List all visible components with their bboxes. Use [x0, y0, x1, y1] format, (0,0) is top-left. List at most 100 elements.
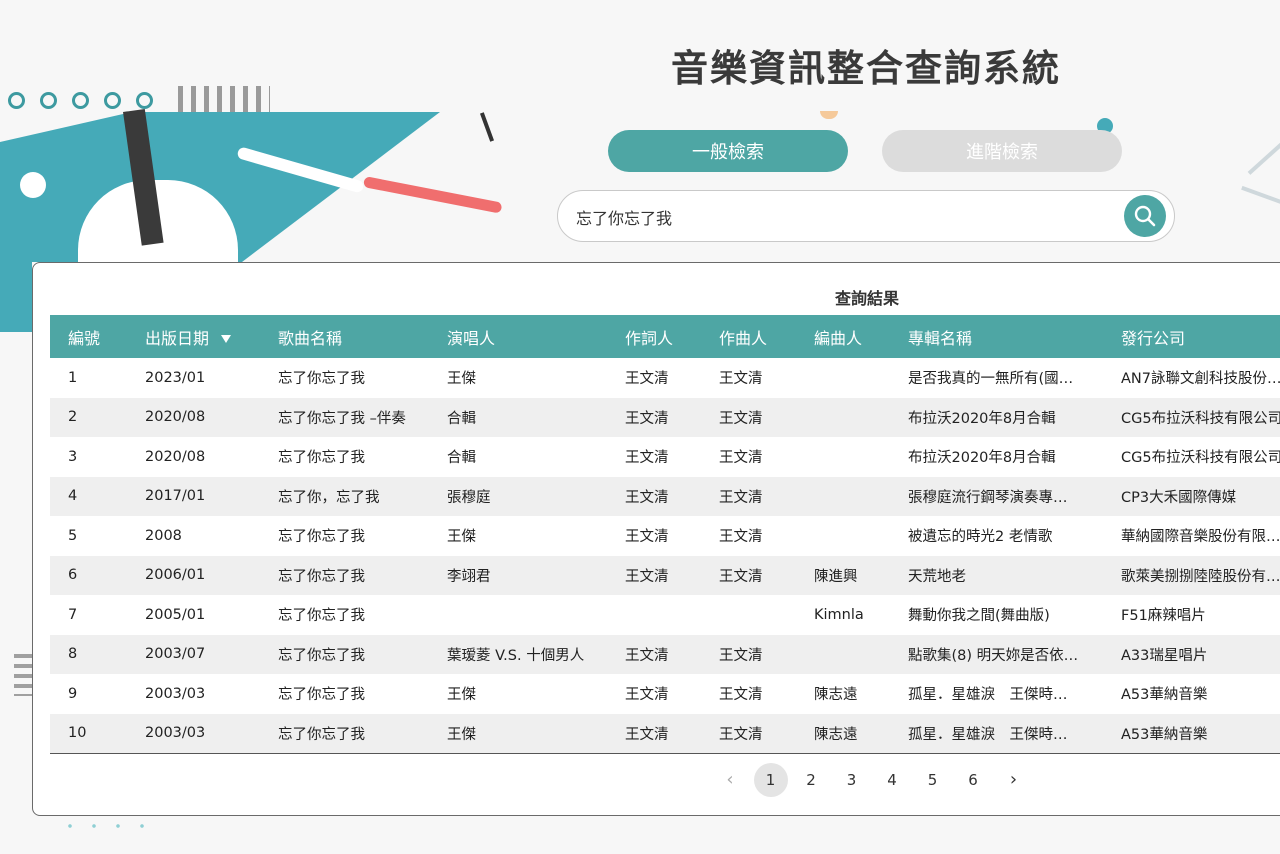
table-header-row: 編號 出版日期 歌曲名稱 演唱人 作詞人 作曲人 編曲人 專輯名稱 發行公司 [50, 315, 1280, 358]
decor-line [1247, 125, 1280, 175]
table-cell: CP3大禾國際傳媒 [1121, 489, 1237, 506]
tab-basic-search[interactable]: 一般檢索 [608, 130, 848, 172]
table-cell: 王文清 [719, 568, 763, 585]
table-cell: 孤星．星雄淚 王傑時… [908, 726, 1068, 743]
column-header-label: 發行公司 [1121, 328, 1186, 348]
table-cell: 忘了你忘了我 –伴奏 [278, 410, 406, 427]
table-cell: 2020/08 [145, 409, 206, 426]
table-cell: 點歌集(8) 明天妳是否依… [908, 647, 1079, 664]
table-cell: 王文清 [719, 489, 763, 506]
prev-page-button[interactable]: ‹ [713, 763, 747, 797]
table-cell: Kimnla [814, 606, 864, 623]
table-row[interactable]: 2 2020/08 忘了你忘了我 –伴奏 合輯 王文清 王文清 布拉沃2020年8月合輯 CG… [50, 397, 1280, 437]
table-row[interactable]: 10 2003/03 忘了你忘了我 王傑 王文清 王文清 陳志遠 孤星．星雄淚 王傑時… A53… [50, 713, 1280, 753]
decor-dot [136, 92, 153, 109]
table-cell: 8 [68, 646, 78, 663]
table-cell: 王文清 [625, 450, 669, 467]
decor-dot [104, 92, 121, 109]
page-button[interactable]: 5 [916, 763, 950, 797]
table-row[interactable]: 6 2006/01 忘了你忘了我 李翊君 王文清 王文清 陳進興 天荒地老 歌萊美捌捌陸陸股份有… [50, 555, 1280, 595]
table-cell: A33瑞星唱片 [1121, 647, 1208, 664]
table-cell: A53華納音樂 [1121, 687, 1208, 704]
table-cell: F51麻辣唱片 [1121, 608, 1206, 625]
decor-stripes [178, 86, 270, 112]
column-header-label: 作曲人 [719, 328, 768, 348]
page-button[interactable]: 1 [753, 763, 788, 797]
table-cell: 忘了你忘了我 [278, 608, 365, 625]
column-header[interactable]: 出版日期 [127, 315, 260, 358]
decor-lines [14, 654, 32, 696]
table-cell: 王傑 [447, 529, 476, 546]
decor-line [1241, 185, 1280, 211]
table-row[interactable]: 8 2003/07 忘了你忘了我 葉瑷菱 V.S. 十個男人 王文清 王文清 點歌集(8) … [50, 634, 1280, 674]
table-row[interactable]: 3 2020/08 忘了你忘了我 合輯 王文清 王文清 布拉沃2020年8月合輯 CG5布拉沃… [50, 437, 1280, 477]
table-cell: 2008 [145, 527, 182, 544]
table-cell: 2005/01 [145, 606, 206, 623]
table-cell: 葉瑷菱 V.S. 十個男人 [447, 647, 585, 664]
table-cell: 張穆庭 [447, 489, 491, 506]
table-cell: 忘了你忘了我 [278, 687, 365, 704]
table-cell [796, 358, 890, 398]
table-cell: 王文清 [625, 647, 669, 664]
table-cell: 合輯 [447, 450, 476, 467]
table-cell: 忘了你忘了我 [278, 371, 365, 388]
column-header[interactable]: 專輯名稱 [890, 315, 1103, 358]
next-page-button[interactable]: › [997, 763, 1031, 797]
column-header[interactable]: 歌曲名稱 [260, 315, 429, 358]
sort-desc-icon[interactable] [221, 335, 232, 343]
tab-advanced-search[interactable]: 進階檢索 [882, 130, 1122, 172]
page-title: 音樂資訊整合查詢系統 [671, 47, 1061, 90]
column-header-label: 演唱人 [447, 328, 496, 348]
decor-stick [479, 112, 495, 142]
table-cell: 王傑 [447, 726, 476, 743]
page-button[interactable]: 6 [956, 763, 990, 797]
page-button[interactable]: 4 [875, 763, 909, 797]
page-button[interactable]: 3 [835, 763, 869, 797]
search-button[interactable] [1124, 195, 1166, 237]
decor-dot-grid [58, 814, 158, 842]
table-cell: 華納國際音樂股份有限… [1121, 529, 1280, 546]
column-header[interactable]: 作詞人 [607, 315, 701, 358]
table-cell: 忘了你忘了我 [278, 529, 365, 546]
table-cell: 4 [68, 488, 78, 505]
table-cell: 布拉沃2020年8月合輯 [908, 410, 1056, 427]
column-header[interactable]: 發行公司 [1103, 315, 1280, 358]
decor-stick [362, 176, 503, 214]
table-cell: 王文清 [719, 647, 763, 664]
search-bar [557, 190, 1175, 242]
table-cell: 布拉沃2020年8月合輯 [908, 450, 1056, 467]
table-cell: 忘了你，忘了我 [278, 489, 380, 506]
table-cell: 忘了你忘了我 [278, 450, 365, 467]
table-cell: 王文清 [625, 687, 669, 704]
column-header[interactable]: 編號 [50, 315, 127, 358]
table-cell: 王文清 [625, 489, 669, 506]
table-cell: 7 [68, 606, 78, 623]
table-row[interactable]: 1 2023/01 忘了你忘了我 王傑 王文清 王文清 是否我真的一無所有(國… AN7詠聯文… [50, 358, 1280, 398]
decor-dot [72, 92, 89, 109]
table-row[interactable]: 4 2017/01 忘了你，忘了我 張穆庭 王文清 王文清 張穆庭流行鋼琴演奏專… CP3大禾… [50, 476, 1280, 516]
search-input[interactable] [574, 201, 1108, 233]
column-header-label: 作詞人 [625, 328, 674, 348]
table-row[interactable]: 5 2008 忘了你忘了我 王傑 王文清 王文清 被遺忘的時光2 老情歌 華納國際音樂股份有限… [50, 516, 1280, 556]
results-title: 查詢結果 [834, 289, 899, 308]
table-row[interactable]: 9 2003/03 忘了你忘了我 王傑 王文清 王文清 陳志遠 孤星．星雄淚 王傑時… A53華… [50, 674, 1280, 714]
page-button[interactable]: 2 [794, 763, 828, 797]
column-header-label: 出版日期 [145, 328, 210, 348]
table-cell: 孤星．星雄淚 王傑時… [908, 687, 1068, 704]
table-cell: 忘了你忘了我 [278, 647, 365, 664]
table-cell: 5 [68, 527, 78, 544]
table-cell: 2003/07 [145, 646, 206, 663]
table-cell: 陳志遠 [814, 687, 858, 704]
column-header[interactable]: 演唱人 [429, 315, 607, 358]
column-header[interactable]: 編曲人 [796, 315, 890, 358]
table-cell: 被遺忘的時光2 老情歌 [908, 529, 1053, 546]
table-cell [796, 516, 890, 556]
table-row[interactable]: 7 2005/01 忘了你忘了我 Kimnla 舞動你我之間(舞曲版) F51麻辣唱片 [50, 595, 1280, 635]
table-cell: 2020/08 [145, 448, 206, 465]
table-cell [796, 437, 890, 477]
table-cell: 2023/01 [145, 369, 206, 386]
table-cell: 王傑 [447, 371, 476, 388]
column-header[interactable]: 作曲人 [701, 315, 796, 358]
table-cell: 王文清 [719, 450, 763, 467]
column-header-label: 編曲人 [814, 328, 863, 348]
